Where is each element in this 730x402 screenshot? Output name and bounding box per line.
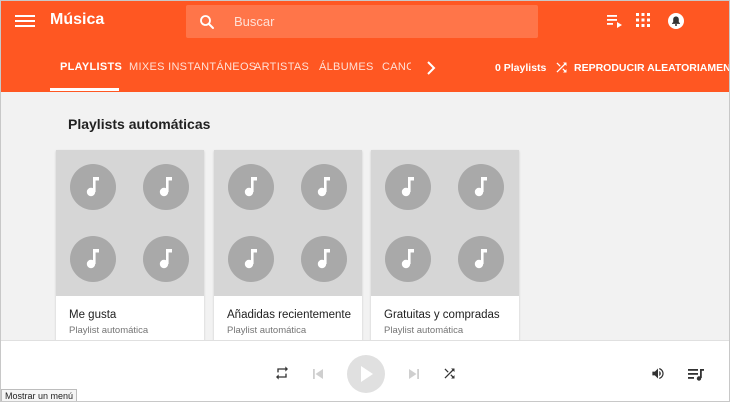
card-title: Me gusta [69,309,117,321]
music-note-icon [70,236,116,282]
card-art [371,150,519,296]
card-subtitle: Playlist automática [69,325,149,336]
card-title: Gratuitas y compradas [384,309,500,321]
card-title: Añadidas recientemente [227,309,352,321]
apps-icon[interactable] [635,12,651,28]
card-subtitle: Playlist automática [227,325,307,336]
music-note-icon [458,164,504,210]
tab-mixes[interactable]: MIXES INSTANTÁNEOS [129,61,256,73]
music-note-icon [385,236,431,282]
tab-playlists[interactable]: PLAYLISTS [60,61,122,73]
skip-previous-icon[interactable] [312,368,324,380]
app-window: Música Buscar PLAYLISTS MIXES INSTANTÁNE… [0,0,730,402]
music-note-icon [70,164,116,210]
tab-songs[interactable]: CANC [382,61,411,73]
top-bar: Música [1,1,729,42]
active-tab-indicator [50,88,119,91]
play-button[interactable] [347,355,385,393]
tab-albums[interactable]: ÁLBUMES [319,61,374,73]
menu-tooltip: Mostrar un menú [1,389,78,401]
music-note-icon [228,164,274,210]
app-title: Música [50,11,105,28]
queue-music-icon[interactable] [688,368,704,381]
queue-icon[interactable] [607,14,623,28]
music-note-icon [385,164,431,210]
playlist-card[interactable]: Me gusta Playlist automática [56,150,204,350]
music-note-icon [458,236,504,282]
volume-icon[interactable] [650,366,666,381]
play-icon [361,366,373,382]
card-subtitle: Playlist automática [384,325,464,336]
search-box[interactable] [186,5,538,38]
section-title: Playlists automáticas [68,116,211,132]
playlist-card[interactable]: Añadidas recientemente Playlist automáti… [214,150,362,350]
tab-bar: PLAYLISTS MIXES INSTANTÁNEOS ARTISTAS ÁL… [1,42,729,92]
music-note-icon [228,236,274,282]
player-bar [1,340,729,401]
search-icon[interactable] [198,13,216,31]
search-input[interactable] [234,5,524,38]
music-note-icon [301,236,347,282]
shuffle-icon[interactable] [442,366,457,381]
repeat-icon[interactable] [274,365,290,381]
tab-artists[interactable]: ARTISTAS [254,61,309,73]
playlists-count: 0 Playlists [495,62,547,74]
card-art [214,150,362,296]
card-art [56,150,204,296]
playlist-card[interactable]: Gratuitas y compradas Playlist automátic… [371,150,519,350]
music-note-icon [143,164,189,210]
skip-next-icon[interactable] [408,368,420,380]
app-bar: Música Buscar PLAYLISTS MIXES INSTANTÁNE… [1,1,729,92]
music-note-icon [301,164,347,210]
notifications-icon[interactable] [667,12,685,30]
shuffle-icon [556,62,567,73]
shuffle-all-label: REPRODUCIR ALEATORIAMENTE [574,62,730,74]
music-note-icon [143,236,189,282]
menu-icon[interactable] [15,12,35,30]
chevron-right-icon[interactable] [425,61,437,75]
